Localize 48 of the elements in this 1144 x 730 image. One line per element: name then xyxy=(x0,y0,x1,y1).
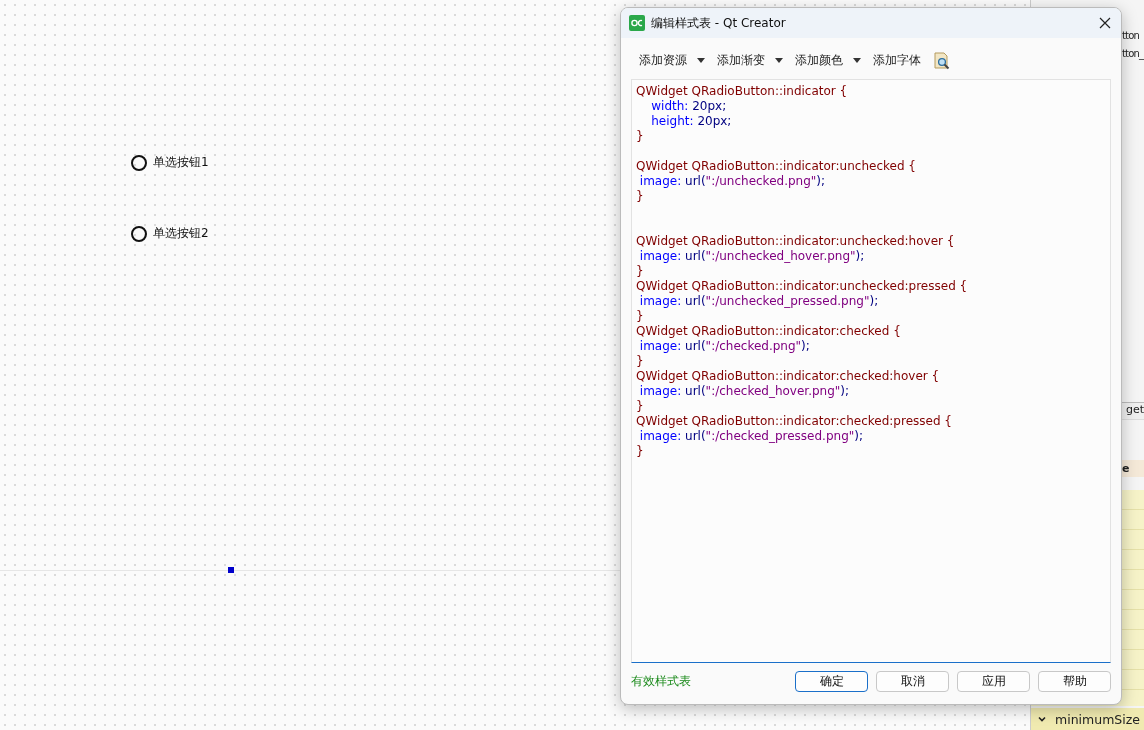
property-text: tton xyxy=(1122,30,1140,41)
app-logo-icon xyxy=(629,15,645,31)
code-line: width: 20px; xyxy=(650,99,728,114)
property-text: tton_ xyxy=(1122,48,1144,59)
code-line: QWidget QRadioButton::indicator:unchecked:pressed { xyxy=(636,279,969,294)
code-line: QWidget QRadioButton::indicator:checked:pressed { xyxy=(636,414,953,429)
code-line: } xyxy=(636,309,645,324)
property-text: get xyxy=(1122,402,1144,420)
radio-indicator[interactable] xyxy=(131,154,147,171)
radio-label: 单选按钮2 xyxy=(153,225,209,242)
toolbar-button[interactable]: 添加颜色 xyxy=(791,50,865,71)
code-line: } xyxy=(636,444,645,459)
code-line: } xyxy=(636,189,645,204)
radio-label: 单选按钮1 xyxy=(153,154,209,171)
code-line: image: url(":/unchecked_hover.png"); xyxy=(638,249,866,264)
close-icon[interactable] xyxy=(1099,17,1111,29)
code-line: image: url(":/unchecked_pressed.png"); xyxy=(638,294,880,309)
toolbar-button[interactable]: 添加字体 xyxy=(869,50,925,71)
code-line: } xyxy=(636,264,645,279)
resize-handle[interactable] xyxy=(228,567,234,573)
property-row[interactable]: minimumSize xyxy=(1031,708,1144,730)
code-line: image: url(":/unchecked.png"); xyxy=(638,174,827,189)
code-line: QWidget QRadioButton::indicator:unchecked:hover { xyxy=(636,234,956,249)
code-line: QWidget QRadioButton::indicator:unchecked { xyxy=(636,159,917,174)
dialog-button[interactable]: 确定 xyxy=(795,671,868,692)
code-line: QWidget QRadioButton::indicator:checked:hover { xyxy=(636,369,941,384)
dialog-button[interactable]: 帮助 xyxy=(1038,671,1111,692)
dialog-button[interactable]: 应用 xyxy=(957,671,1030,692)
code-line: } xyxy=(636,354,645,369)
toolbar-button[interactable]: 添加渐变 xyxy=(713,50,787,71)
code-line: } xyxy=(636,129,645,144)
code-editor[interactable] xyxy=(631,79,1111,663)
code-line: height: 20px; xyxy=(650,114,733,129)
chevron-icon[interactable] xyxy=(1037,714,1047,724)
code-line: image: url(":/checked_pressed.png"); xyxy=(638,429,864,444)
window-title: 编辑样式表 - Qt Creator xyxy=(651,14,787,32)
search-icon[interactable] xyxy=(933,51,951,70)
dialog-button[interactable]: 取消 xyxy=(876,671,949,692)
property-text: e xyxy=(1122,460,1144,477)
toolbar-button[interactable]: 添加资源 xyxy=(635,50,709,71)
property-text: minimumSize xyxy=(1055,711,1140,727)
code-line: QWidget QRadioButton::indicator:checked { xyxy=(636,324,902,339)
code-line: QWidget QRadioButton::indicator { xyxy=(636,84,849,99)
code-line: image: url(":/checked_hover.png"); xyxy=(638,384,851,399)
code-line: } xyxy=(636,399,645,414)
validity-status: 有效样式表 xyxy=(631,673,691,690)
code-line: image: url(":/checked.png"); xyxy=(638,339,811,354)
radio-indicator[interactable] xyxy=(131,225,147,242)
